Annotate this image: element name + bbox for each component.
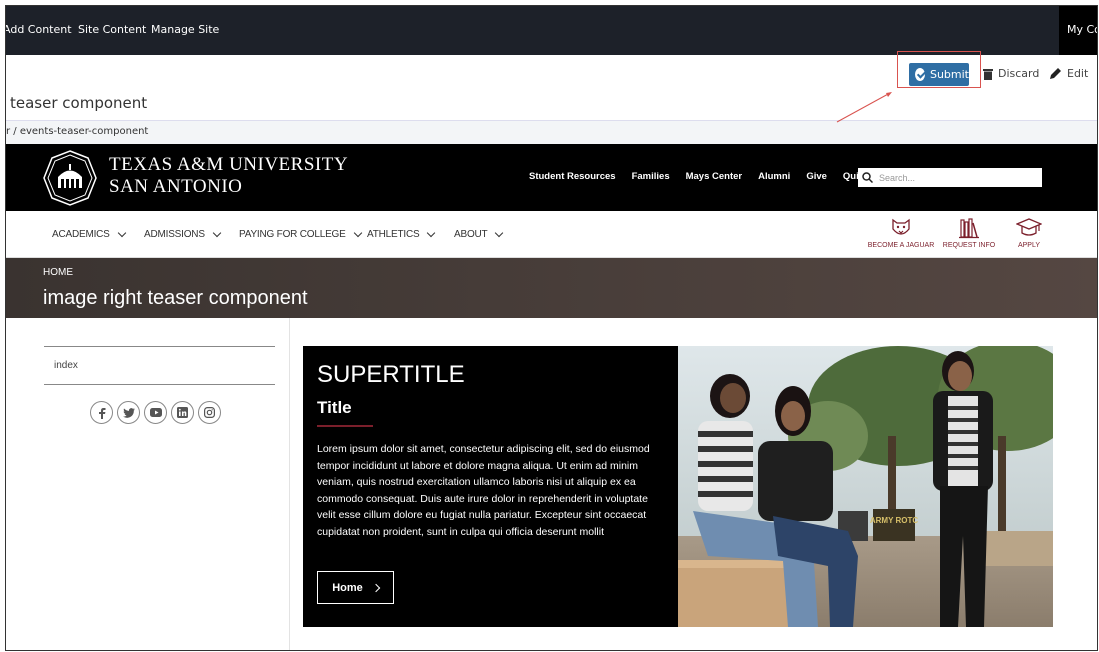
social-links — [90, 401, 221, 424]
trash-icon — [983, 68, 993, 80]
chevron-down-icon — [117, 228, 126, 238]
breadcrumb-path[interactable]: r / events-teaser-component — [6, 126, 148, 137]
youtube-icon[interactable] — [144, 401, 167, 424]
browser-frame: Add Content Site Content Manage Site My … — [5, 5, 1098, 651]
search-icon[interactable] — [862, 172, 873, 183]
sidebar-divider — [289, 318, 290, 650]
nav-paying-label: PAYING FOR COLLEGE — [239, 229, 346, 240]
discard-button[interactable]: Discard — [983, 67, 1039, 80]
pencil-icon — [1050, 68, 1061, 79]
nav-athletics[interactable]: ATHLETICS — [367, 228, 436, 240]
submit-button[interactable]: Submit — [909, 63, 969, 86]
nav-admissions[interactable]: ADMISSIONS — [144, 228, 222, 240]
graduation-cap-icon — [1016, 218, 1042, 236]
become-a-jaguar-label: BECOME A JAGUAR — [867, 242, 935, 249]
teaser-button-label: Home — [332, 581, 363, 594]
submit-label: Submit — [929, 68, 969, 81]
twitter-icon[interactable] — [117, 401, 140, 424]
teaser-title-rule — [317, 425, 373, 427]
manage-site-menu[interactable]: Manage Site — [151, 23, 219, 36]
university-name-line2: SAN ANTONIO — [109, 176, 243, 197]
jaguar-icon — [892, 218, 910, 235]
nav-admissions-label: ADMISSIONS — [144, 229, 205, 240]
site-content-menu[interactable]: Site Content — [78, 23, 146, 36]
util-mays-center[interactable]: Mays Center — [686, 171, 743, 182]
teaser-photo: ARMY ROTC — [678, 346, 1053, 627]
search-input[interactable] — [879, 172, 1029, 183]
nav-paying-for-college[interactable]: PAYING FOR COLLEGE — [239, 228, 362, 240]
teaser-supertitle: SUPERTITLE — [317, 361, 465, 388]
sidebar-nav: index — [44, 346, 275, 385]
university-name[interactable]: TEXAS A&M UNIVERSITY SAN ANTONIO — [109, 154, 348, 198]
nav-about-label: ABOUT — [454, 229, 488, 240]
util-give[interactable]: Give — [806, 171, 827, 182]
instagram-icon[interactable] — [198, 401, 221, 424]
chevron-down-icon — [495, 228, 504, 238]
image-right-teaser: SUPERTITLE Title Lorem ipsum dolor sit a… — [303, 346, 1053, 627]
account-label: My Co — [1067, 23, 1098, 36]
nav-academics-label: ACADEMICS — [52, 229, 110, 240]
photo-sign-text: ARMY ROTC — [870, 516, 919, 525]
cms-top-bar: Add Content Site Content Manage Site My … — [6, 6, 1097, 55]
hero-title: image right teaser component — [43, 287, 308, 309]
util-families[interactable]: Families — [632, 171, 670, 182]
apply-link[interactable]: APPLY — [994, 217, 1064, 249]
util-alumni[interactable]: Alumni — [758, 171, 790, 182]
chevron-down-icon — [427, 228, 436, 238]
university-seal-logo[interactable] — [42, 150, 98, 206]
cms-toolbar: Submit Discard Edit teaser component — [6, 51, 1097, 120]
teaser-title: Title — [317, 398, 352, 417]
hero-breadcrumb-home[interactable]: HOME — [43, 267, 73, 278]
sidebar-item-index[interactable]: index — [54, 360, 78, 371]
nav-athletics-label: ATHLETICS — [367, 229, 420, 240]
account-menu[interactable]: My Co — [1059, 6, 1097, 55]
facebook-icon[interactable] — [90, 401, 113, 424]
nav-about[interactable]: ABOUT — [454, 228, 504, 240]
check-circle-icon — [915, 68, 925, 81]
page-hero: HOME image right teaser component — [6, 258, 1097, 318]
main-nav: ACADEMICS ADMISSIONS PAYING FOR COLLEGE … — [6, 211, 1097, 258]
edit-button[interactable]: Edit — [1049, 67, 1088, 80]
books-icon — [959, 218, 979, 239]
university-name-line1: TEXAS A&M UNIVERSITY — [109, 154, 349, 175]
chevron-right-icon — [371, 583, 381, 592]
util-student-resources[interactable]: Student Resources — [529, 171, 616, 182]
teaser-home-button[interactable]: Home — [317, 571, 394, 604]
page-content: index SUPERTITLE Title Lorem ipsum dolor… — [6, 318, 1097, 650]
chevron-down-icon — [212, 228, 222, 238]
page-heading: teaser component — [10, 94, 148, 112]
search-box — [858, 168, 1042, 187]
chevron-down-icon — [353, 228, 362, 238]
become-a-jaguar-link[interactable]: BECOME A JAGUAR — [866, 217, 936, 249]
edit-label: Edit — [1067, 67, 1089, 80]
nav-academics[interactable]: ACADEMICS — [52, 228, 126, 240]
apply-label: APPLY — [1017, 242, 1041, 249]
discard-label: Discard — [998, 67, 1040, 80]
add-content-menu[interactable]: Add Content — [6, 23, 72, 36]
utility-nav: Student Resources Families Mays Center A… — [529, 170, 912, 182]
teaser-body: Lorem ipsum dolor sit amet, consectetur … — [317, 443, 650, 538]
site-header: TEXAS A&M UNIVERSITY SAN ANTONIO Student… — [6, 144, 1097, 211]
linkedin-icon[interactable] — [171, 401, 194, 424]
cms-breadcrumb: r / events-teaser-component — [6, 120, 1097, 144]
